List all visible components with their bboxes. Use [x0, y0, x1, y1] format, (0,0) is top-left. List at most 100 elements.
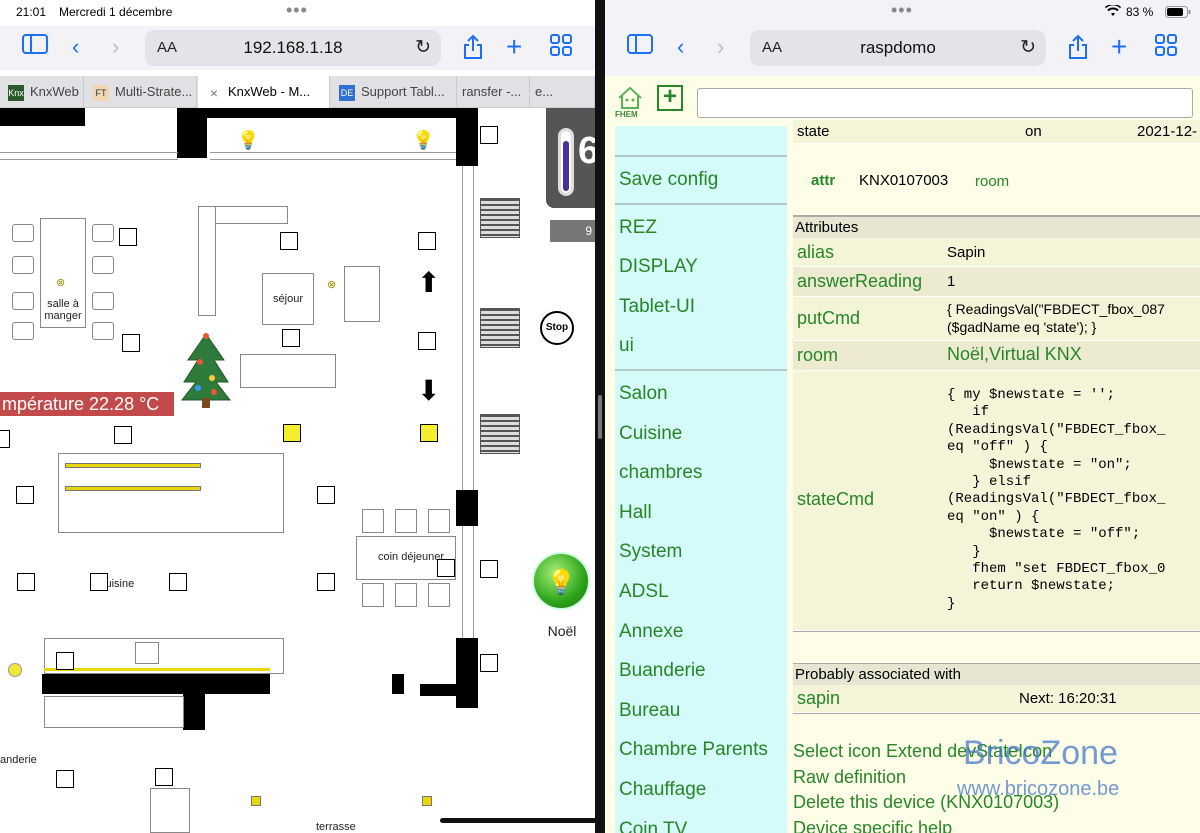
room-link-rez[interactable]: REZ: [615, 208, 787, 248]
close-tab-icon[interactable]: ×: [206, 85, 222, 101]
room-link-display[interactable]: DISPLAY: [615, 247, 787, 287]
home-indicator[interactable]: [440, 818, 600, 823]
switch-box[interactable]: [317, 573, 335, 591]
room-link-coin-tv[interactable]: Coin TV: [615, 810, 787, 833]
thermometer-widget[interactable]: 6: [546, 108, 595, 208]
split-handle[interactable]: [598, 395, 602, 439]
light-dot-icon[interactable]: [251, 796, 261, 806]
command-input[interactable]: [697, 88, 1193, 118]
switch-box-on[interactable]: [420, 424, 438, 442]
switch-box[interactable]: [122, 334, 140, 352]
tab-support[interactable]: DE Support Tabl...: [331, 76, 457, 108]
select-icon-link[interactable]: Select icon Extend devStateIcon: [793, 739, 1200, 765]
address-bar[interactable]: AA raspdomo ↻: [750, 30, 1046, 66]
blind-icon[interactable]: [480, 414, 520, 454]
room-link-bureau[interactable]: Bureau: [615, 691, 787, 731]
switch-box[interactable]: [56, 652, 74, 670]
attr-button[interactable]: attr: [811, 172, 835, 189]
switch-box[interactable]: [480, 126, 498, 144]
room-link-buanderie[interactable]: Buanderie: [615, 651, 787, 691]
stop-button[interactable]: Stop: [540, 311, 574, 345]
sidebar-icon[interactable]: [22, 34, 48, 60]
attr-key[interactable]: alias: [797, 242, 834, 263]
switch-box[interactable]: [418, 232, 436, 250]
light-dot-icon[interactable]: ⊗: [327, 278, 336, 291]
url-text[interactable]: 192.168.1.18: [145, 38, 441, 58]
light-dot-icon[interactable]: [8, 663, 22, 677]
multitask-dots[interactable]: •••: [891, 0, 913, 26]
switch-box[interactable]: [169, 573, 187, 591]
switch-box[interactable]: [17, 573, 35, 591]
reload-icon[interactable]: ↻: [415, 36, 431, 59]
attr-name-select[interactable]: room: [975, 173, 1009, 190]
attr-key[interactable]: answerReading: [797, 271, 922, 292]
fhem-home-icon[interactable]: [617, 86, 643, 110]
attr-key[interactable]: room: [797, 345, 838, 366]
associated-device-link[interactable]: sapin: [797, 688, 840, 709]
room-link-chambre-parents[interactable]: Chambre Parents: [615, 730, 787, 770]
tab-multi-strate[interactable]: FT Multi-Strate...: [85, 76, 197, 108]
switch-box-on[interactable]: [283, 424, 301, 442]
arrow-down-icon[interactable]: ⬇: [417, 374, 440, 407]
switch-box[interactable]: [0, 430, 10, 448]
tabs-overview-icon[interactable]: [550, 34, 572, 62]
tab-knxweb[interactable]: Knx KnxWeb: [0, 76, 84, 108]
sidebar-icon[interactable]: [627, 34, 653, 60]
noel-bulb-button[interactable]: 💡: [532, 552, 590, 610]
room-link-chambres[interactable]: chambres: [615, 453, 787, 493]
switch-box[interactable]: [480, 560, 498, 578]
share-icon[interactable]: [1067, 34, 1089, 66]
address-bar[interactable]: AA 192.168.1.18 ↻: [145, 30, 441, 66]
split-view-divider[interactable]: [595, 0, 605, 833]
switch-box[interactable]: [480, 654, 498, 672]
back-icon[interactable]: ‹: [72, 34, 79, 60]
christmas-tree-icon[interactable]: [178, 330, 234, 410]
switch-box[interactable]: [16, 486, 34, 504]
attr-device-select[interactable]: KNX0107003: [859, 172, 948, 189]
delete-device-link[interactable]: Delete this device (KNX0107003): [793, 790, 1200, 816]
new-tab-icon[interactable]: +: [506, 33, 522, 61]
device-help-link[interactable]: Device specific help: [793, 816, 1200, 833]
forward-icon[interactable]: ›: [717, 34, 724, 60]
room-link-chauffage[interactable]: Chauffage: [615, 770, 787, 810]
attr-key[interactable]: stateCmd: [797, 489, 874, 510]
room-link-ui[interactable]: ui: [615, 326, 787, 366]
lamp-icon[interactable]: 💡: [237, 130, 259, 151]
share-icon[interactable]: [462, 34, 484, 66]
tabs-overview-icon[interactable]: [1155, 34, 1177, 62]
room-link-tablet-ui[interactable]: Tablet-UI: [615, 287, 787, 327]
switch-box[interactable]: [114, 426, 132, 444]
back-icon[interactable]: ‹: [677, 34, 684, 60]
switch-box[interactable]: [317, 486, 335, 504]
tab-transfer[interactable]: ransfer -...: [458, 76, 530, 108]
reload-icon[interactable]: ↻: [1020, 36, 1036, 59]
light-dot-icon[interactable]: [422, 796, 432, 806]
lamp-icon[interactable]: 💡: [412, 130, 434, 151]
switch-box[interactable]: [280, 232, 298, 250]
switch-box[interactable]: [119, 228, 137, 246]
blind-icon[interactable]: [480, 308, 520, 348]
new-tab-icon[interactable]: +: [1111, 33, 1127, 61]
save-config-link[interactable]: Save config: [615, 160, 787, 200]
switch-box[interactable]: [282, 329, 300, 347]
room-link-cuisine[interactable]: Cuisine: [615, 414, 787, 454]
switch-box[interactable]: [437, 559, 455, 577]
room-link-annexe[interactable]: Annexe: [615, 612, 787, 652]
room-link-adsl[interactable]: ADSL: [615, 572, 787, 612]
arrow-up-icon[interactable]: ⬆: [417, 266, 440, 299]
switch-box[interactable]: [56, 770, 74, 788]
attr-key[interactable]: putCmd: [797, 308, 860, 329]
room-link-salon[interactable]: Salon: [615, 374, 787, 414]
attr-value[interactable]: Noël,Virtual KNX: [947, 344, 1082, 365]
add-icon[interactable]: +: [657, 85, 683, 111]
blind-icon[interactable]: [480, 198, 520, 238]
room-link-hall[interactable]: Hall: [615, 493, 787, 533]
room-link-system[interactable]: System: [615, 532, 787, 572]
raw-definition-link[interactable]: Raw definition: [793, 765, 1200, 791]
switch-box[interactable]: [90, 573, 108, 591]
light-dot-icon[interactable]: ⊗: [56, 276, 65, 289]
multitask-dots[interactable]: •••: [286, 0, 308, 26]
url-text[interactable]: raspdomo: [750, 38, 1046, 58]
forward-icon[interactable]: ›: [112, 34, 119, 60]
switch-box[interactable]: [418, 332, 436, 350]
